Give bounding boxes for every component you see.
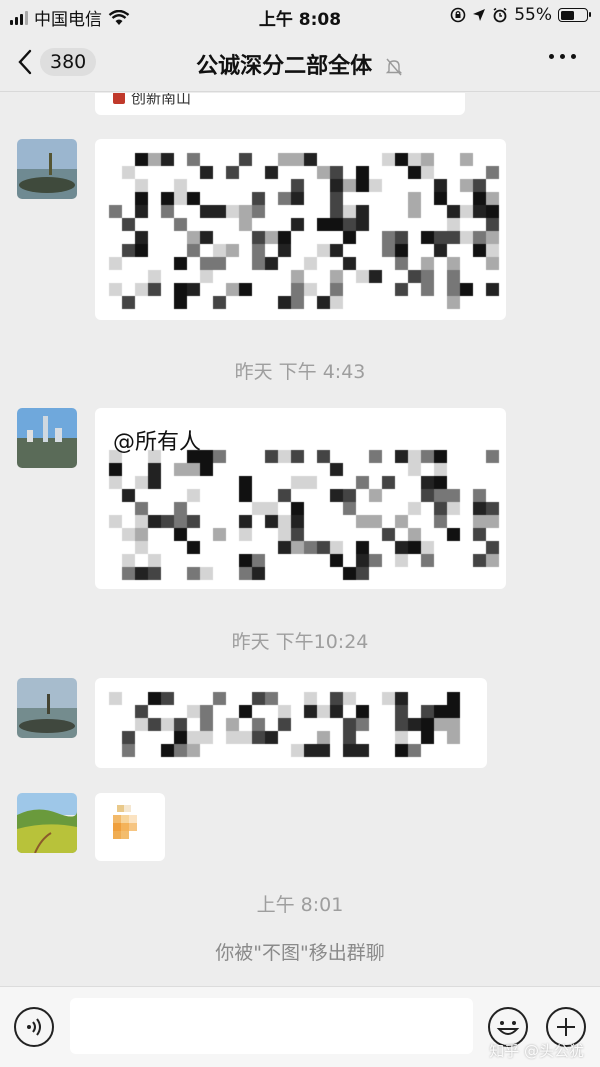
avatar[interactable] — [17, 678, 77, 738]
voice-icon — [27, 1018, 41, 1036]
pixelated-message-content — [95, 678, 487, 768]
battery-icon — [558, 8, 591, 22]
pixelated-message-content — [95, 139, 506, 320]
more-options-button[interactable] — [549, 54, 576, 59]
message-list[interactable]: 创新南山 昨天 下午 4:43 @所有人 昨天 下午10:24 上午 8:01 … — [0, 93, 600, 986]
chat-title: 公诚深分二部全体 — [196, 54, 373, 79]
voice-input-button[interactable] — [14, 1007, 54, 1047]
avatar[interactable] — [17, 139, 77, 199]
shared-article-card[interactable]: 创新南山 — [95, 93, 465, 115]
message-bubble[interactable]: @所有人 — [95, 408, 506, 589]
article-source-label: 创新南山 — [131, 93, 192, 107]
message-bubble[interactable] — [95, 678, 487, 768]
more-dots-icon — [549, 54, 554, 59]
mute-bell-icon — [385, 58, 403, 76]
source-logo-icon — [113, 93, 125, 104]
timestamp: 上午 8:01 — [256, 894, 344, 916]
timestamp: 昨天 下午10:24 — [231, 631, 369, 653]
system-notice: 你被"不图"移出群聊 — [215, 942, 385, 964]
avatar[interactable] — [17, 793, 77, 853]
image-message-bubble[interactable] — [95, 793, 165, 861]
image-thumbnail-icon — [113, 805, 137, 839]
alarm-icon — [493, 7, 507, 23]
avatar[interactable] — [17, 408, 77, 468]
watermark: 知乎 @头公犹 — [489, 1042, 584, 1060]
message-input[interactable] — [70, 998, 473, 1054]
chat-header: 380 公诚深分二部全体 — [0, 30, 600, 92]
message-bubble[interactable] — [95, 139, 506, 320]
location-icon — [473, 9, 486, 21]
mention-all-text: @所有人 — [113, 430, 202, 455]
orientation-lock-icon — [450, 7, 466, 23]
status-bar: 中国电信 上午 8:08 55% — [0, 0, 600, 30]
timestamp: 昨天 下午 4:43 — [234, 361, 366, 383]
battery-percent: 55% — [514, 5, 552, 25]
